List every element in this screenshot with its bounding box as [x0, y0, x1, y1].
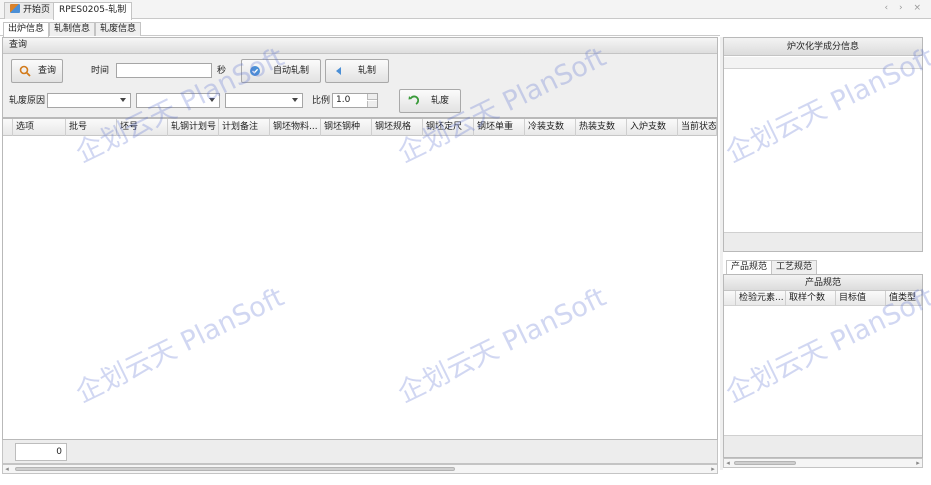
spec-horizontal-scrollbar[interactable]: ◂ ▸	[723, 458, 923, 468]
spin-down-button[interactable]	[367, 101, 377, 107]
time-input[interactable]	[116, 63, 212, 78]
scrap-reason-label: 轧废原因	[9, 96, 46, 106]
column-header[interactable]: 钢坯定尺	[423, 119, 474, 136]
query-group-header: 查询	[3, 38, 717, 54]
column-header[interactable]: 取样个数	[786, 291, 836, 306]
tab-discharge-info[interactable]: 出炉信息	[3, 22, 50, 37]
row-indicator	[3, 119, 13, 136]
chemistry-panel: 炉次化学成分信息	[723, 37, 923, 252]
chemistry-grid-footer	[724, 232, 922, 251]
product-spec-grid-footer	[724, 435, 922, 457]
row-indicator	[724, 291, 736, 306]
scrap-button[interactable]: 轧废	[399, 89, 461, 113]
gear-check-icon	[250, 66, 260, 76]
scroll-right-icon[interactable]: ▸	[709, 465, 717, 473]
product-spec-grid-header: 检验元素... 取样个数 目标值 值类型	[724, 291, 922, 306]
seconds-label: 秒	[217, 66, 227, 76]
scrap-reason-select-2[interactable]	[136, 93, 220, 108]
chemistry-grid-header	[724, 57, 922, 69]
scroll-left-icon[interactable]: ◂	[3, 465, 11, 473]
column-header[interactable]: 钢坯规格	[372, 119, 423, 136]
chevron-down-icon	[120, 98, 126, 102]
chevron-down-icon	[209, 98, 215, 102]
scrollbar-thumb[interactable]	[734, 461, 796, 465]
tab-rolling-info[interactable]: 轧制信息	[49, 22, 96, 36]
column-header[interactable]: 钢坯钢种	[321, 119, 372, 136]
column-header[interactable]: 坯号	[117, 119, 168, 136]
column-header[interactable]: 检验元素...	[736, 291, 786, 306]
product-spec-panel: 产品规范 检验元素... 取样个数 目标值 值类型	[723, 274, 923, 458]
arrow-left-icon	[336, 67, 341, 75]
column-header[interactable]: 轧钢计划号	[168, 119, 219, 136]
scroll-right-icon[interactable]: ▸	[914, 459, 922, 467]
roll-button[interactable]: 轧制	[325, 59, 389, 83]
grid-footer: 0	[2, 440, 718, 464]
column-header[interactable]: 目标值	[836, 291, 886, 306]
column-header[interactable]: 选项	[13, 119, 66, 136]
document-tab-bar: 开始页 RPES0205-轧制 ‹ › ×	[0, 0, 931, 20]
grid-header: 选项 批号 坯号 轧钢计划号 计划备注 钢坯物料... 钢坯钢种 钢坯规格 钢坯…	[3, 119, 717, 136]
undo-arrow-icon	[408, 95, 419, 105]
tab-start-page[interactable]: 开始页	[4, 2, 57, 19]
column-header[interactable]: 批号	[66, 119, 117, 136]
tab-process-spec[interactable]: 工艺规范	[771, 260, 818, 274]
scrap-reason-select[interactable]	[47, 93, 131, 108]
column-header[interactable]: 值类型	[886, 291, 922, 306]
sub-tab-bar: 出炉信息 轧制信息 轧废信息	[0, 20, 720, 37]
row-count: 0	[15, 443, 67, 461]
home-icon	[10, 4, 20, 13]
time-label: 时间	[91, 66, 110, 76]
ratio-label: 比例	[312, 96, 331, 106]
auto-roll-button[interactable]: 自动轧制	[241, 59, 321, 83]
query-group: 查询 查询 时间 秒 自动轧制 轧制 轧废原因 比例 1.0 轧废	[2, 37, 718, 118]
column-header[interactable]: 热装支数	[576, 119, 627, 136]
tab-scrap-info[interactable]: 轧废信息	[95, 22, 142, 36]
tab-product-spec[interactable]: 产品规范	[726, 260, 773, 274]
grid-horizontal-scrollbar[interactable]: ◂ ▸	[2, 464, 718, 474]
chevron-down-icon	[292, 98, 298, 102]
query-button[interactable]: 查询	[11, 59, 63, 83]
column-header[interactable]: 当前状态	[678, 119, 717, 136]
column-header[interactable]: 钢坯单重	[474, 119, 525, 136]
spin-up-button[interactable]	[367, 94, 377, 100]
tab-rolling[interactable]: RPES0205-轧制	[53, 2, 133, 20]
tab-nav-controls[interactable]: ‹ › ×	[885, 3, 925, 13]
column-header[interactable]: 钢坯物料...	[270, 119, 321, 136]
chemistry-panel-title: 炉次化学成分信息	[724, 38, 922, 56]
ratio-spinner[interactable]: 1.0	[332, 93, 378, 108]
scrap-reason-select-3[interactable]	[225, 93, 303, 108]
slab-grid[interactable]: 选项 批号 坯号 轧钢计划号 计划备注 钢坯物料... 钢坯钢种 钢坯规格 钢坯…	[2, 118, 718, 440]
product-spec-title: 产品规范	[724, 275, 922, 291]
search-icon	[19, 65, 31, 77]
scroll-left-icon[interactable]: ◂	[724, 459, 732, 467]
column-header[interactable]: 入炉支数	[627, 119, 678, 136]
column-header[interactable]: 冷装支数	[525, 119, 576, 136]
column-header[interactable]: 计划备注	[219, 119, 270, 136]
scrollbar-thumb[interactable]	[15, 467, 455, 471]
